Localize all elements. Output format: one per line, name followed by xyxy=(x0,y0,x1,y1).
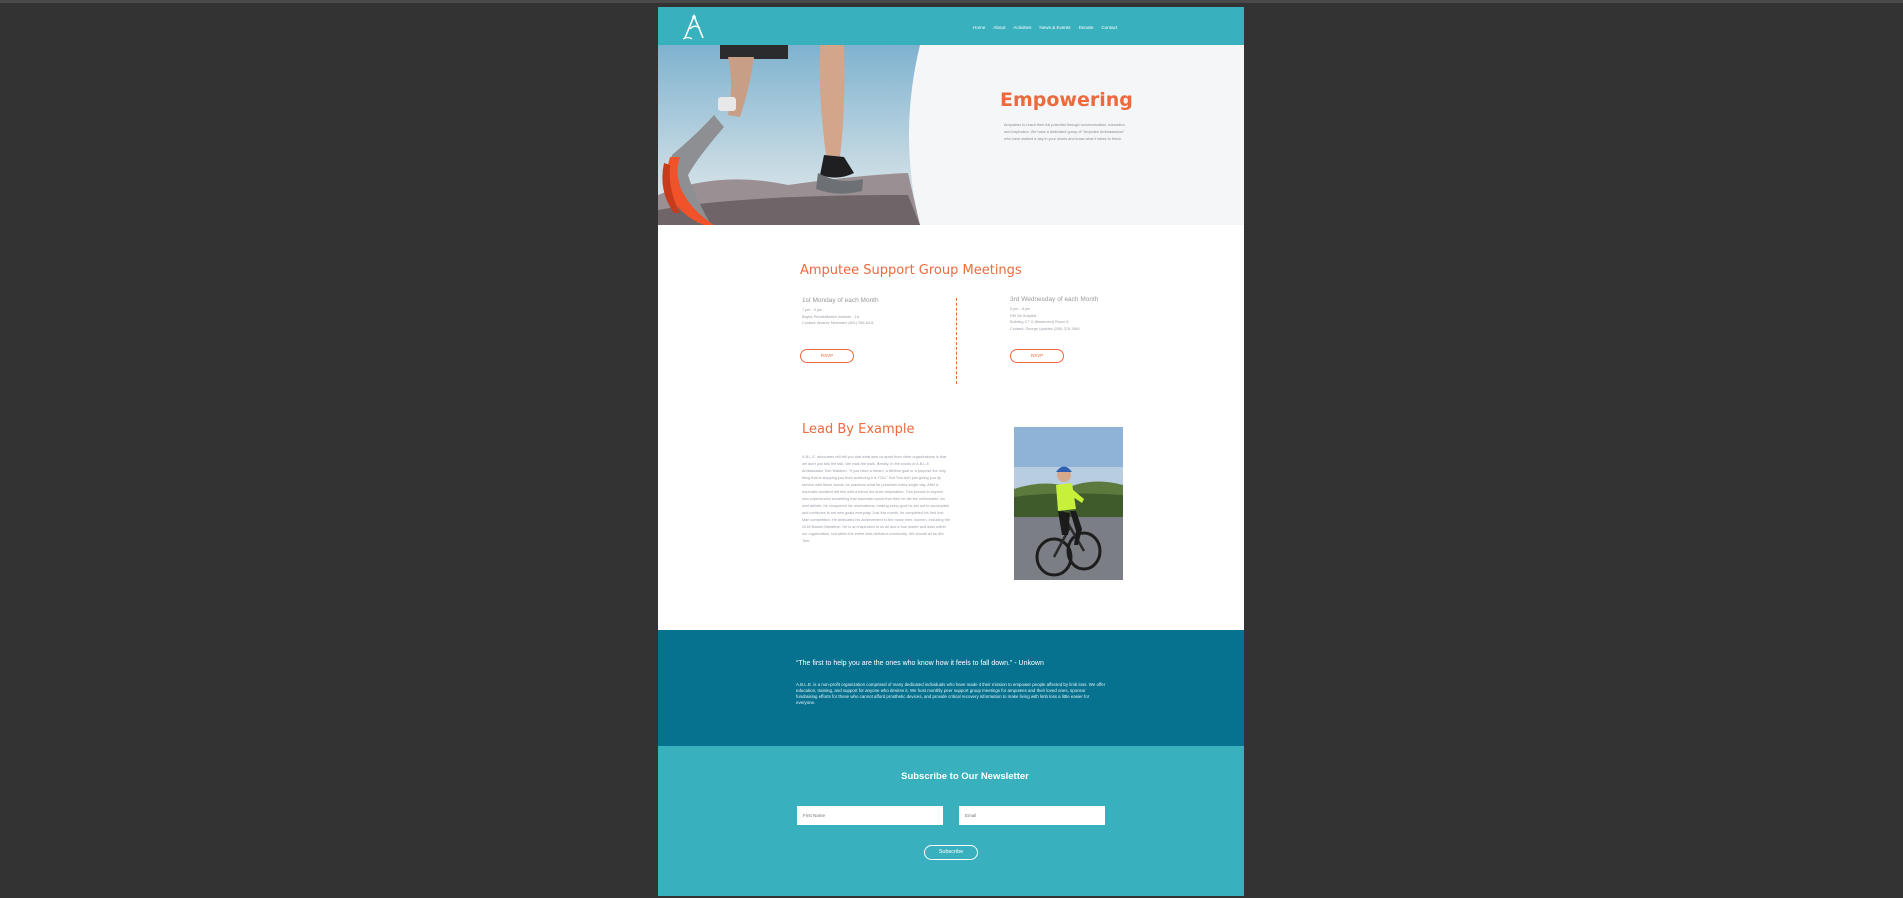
prosthetic-leg-image xyxy=(658,45,920,225)
rsvp-button-monday[interactable]: RSVP xyxy=(800,349,854,363)
meeting-card-wednesday: 3rd Wednesday of each Month 6 pm - 8 pm … xyxy=(1010,296,1098,332)
nav-contact[interactable]: Contact xyxy=(1101,25,1117,30)
first-name-input[interactable] xyxy=(797,806,943,825)
newsletter-section: Subscribe to Our Newsletter Subscribe xyxy=(658,746,1244,896)
meetings-divider xyxy=(956,298,957,384)
nav-activities[interactable]: Activities xyxy=(1013,25,1031,30)
rsvp-button-wednesday[interactable]: RSVP xyxy=(1010,349,1064,363)
able-logo-icon[interactable] xyxy=(682,12,706,40)
lead-story-text: A.B.L.E. advocates will tell you that wh… xyxy=(802,455,950,543)
meeting-contact: Contact: Alvarez Melendez (801) 286-8411 xyxy=(802,321,874,326)
browser-top-edge xyxy=(0,0,1903,3)
web-page: Home About Activities News & Events Dona… xyxy=(658,7,1244,896)
meeting-contact: Contact: George Upsides (208) 378-7860 xyxy=(1010,326,1080,331)
site-header: Home About Activities News & Events Dona… xyxy=(658,7,1244,45)
email-input[interactable] xyxy=(959,806,1105,825)
meeting-room: Building C7 O (Basement) Room 6 xyxy=(1010,320,1069,325)
hero-description: Amputees to reach their full potential t… xyxy=(1004,123,1126,141)
nav-home[interactable]: Home xyxy=(973,25,985,30)
nav-about[interactable]: About xyxy=(993,25,1005,30)
meetings-title: Amputee Support Group Meetings xyxy=(800,263,1022,278)
nav-news-events[interactable]: News & Events xyxy=(1039,25,1070,30)
meeting-heading: 1st Monday of each Month xyxy=(802,297,879,304)
meeting-heading: 3rd Wednesday of each Month xyxy=(1010,296,1099,303)
quote-section: “The first to help you are the ones who … xyxy=(658,630,1244,746)
nav-donate[interactable]: Donate xyxy=(1079,25,1094,30)
meeting-location: RM VA Hospital xyxy=(1010,313,1037,318)
meeting-time: 7 pm - 9 pm xyxy=(802,308,823,312)
meeting-location: Baylor Rehabilitation Institute - 1A xyxy=(802,314,860,319)
hero-title: Empowering xyxy=(1000,89,1133,111)
lead-title: Lead By Example xyxy=(802,422,915,437)
subscribe-button[interactable]: Subscribe xyxy=(924,845,978,860)
meeting-time: 6 pm - 8 pm xyxy=(1010,307,1031,311)
newsletter-title: Subscribe to Our Newsletter xyxy=(901,771,1029,782)
cyclist-photo xyxy=(1014,427,1123,580)
meeting-card-monday: 1st Monday of each Month 7 pm - 9 pm Bay… xyxy=(802,297,879,327)
quote-text: “The first to help you are the ones who … xyxy=(796,660,1044,667)
about-organization-text: A.B.L.E. is a non-profit organization co… xyxy=(796,682,1106,705)
main-nav: Home About Activities News & Events Dona… xyxy=(973,25,1117,30)
hero-section: Empowering Amputees to reach their full … xyxy=(658,45,1244,225)
